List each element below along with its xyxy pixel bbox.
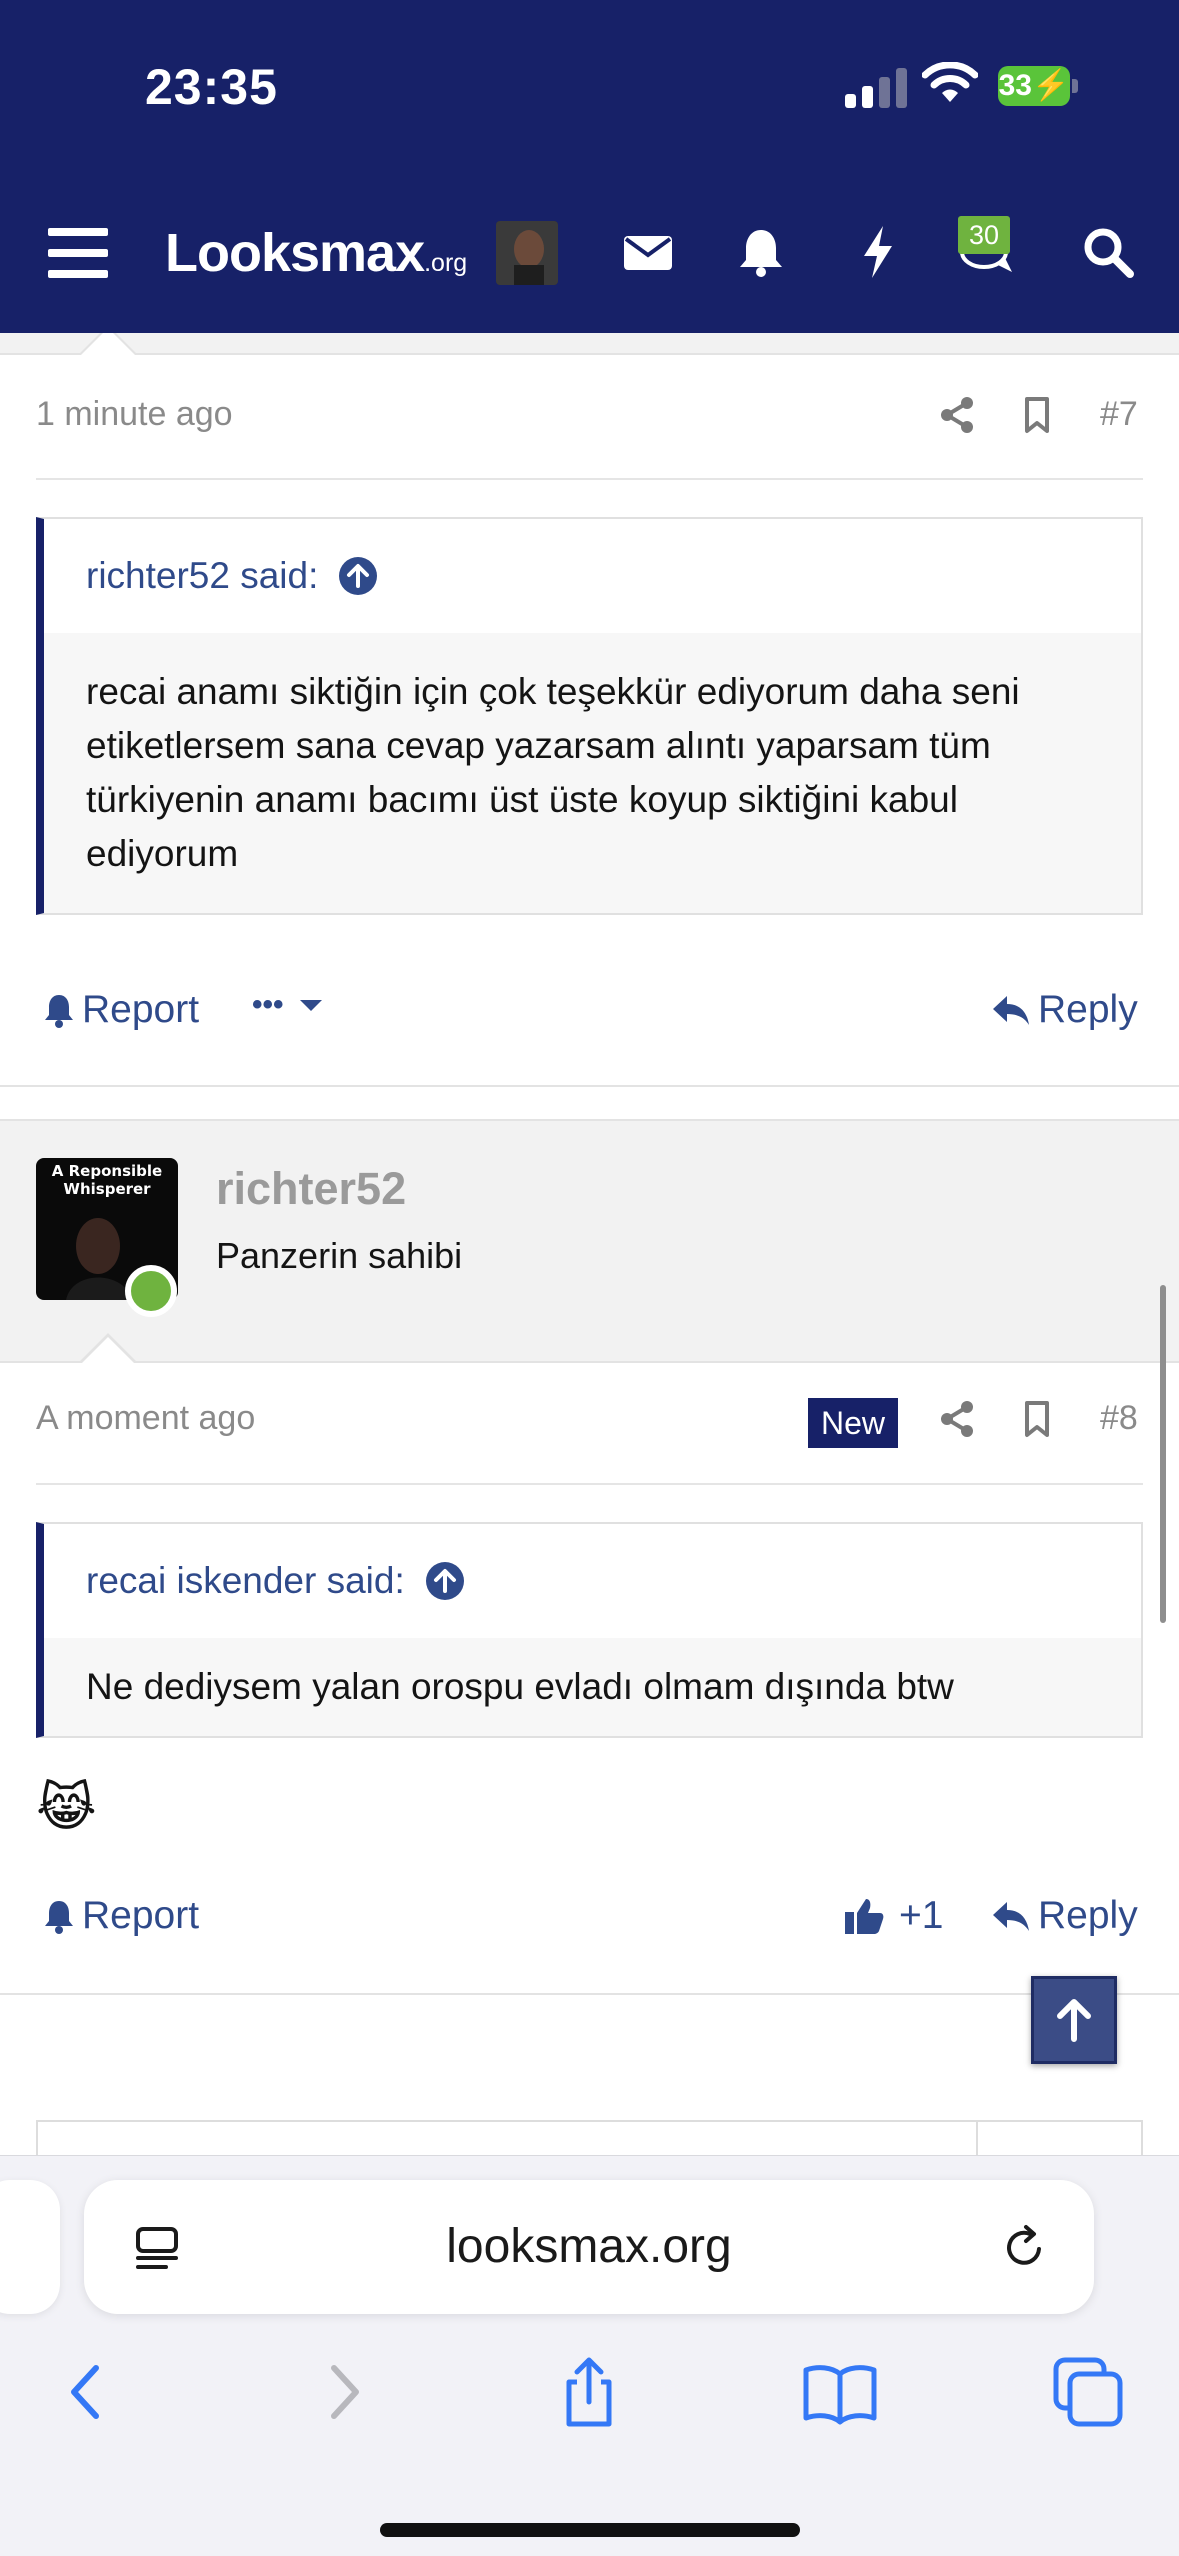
back-icon[interactable]: [48, 2352, 128, 2432]
post-number[interactable]: #8: [1100, 1399, 1138, 1438]
post-time[interactable]: A moment ago: [36, 1399, 255, 1438]
share-icon[interactable]: [549, 2352, 629, 2432]
jump-to-quote-icon[interactable]: [338, 556, 378, 596]
bell-icon: [45, 1901, 73, 1934]
address-bar[interactable]: looksmax.org: [84, 2180, 1094, 2314]
reaction-count: +1: [899, 1894, 944, 1937]
post-emoji: 😹: [36, 1778, 97, 1838]
logo-text: Looksmax: [165, 223, 425, 283]
post-number[interactable]: #7: [1100, 395, 1138, 434]
reload-icon[interactable]: [1000, 2223, 1050, 2273]
forward-icon[interactable]: [302, 2352, 382, 2432]
bolt-icon[interactable]: [848, 222, 908, 282]
username[interactable]: richter52: [216, 1163, 406, 1215]
search-icon[interactable]: [1078, 222, 1138, 282]
share-icon[interactable]: [935, 1397, 979, 1441]
report-label: Report: [82, 1894, 200, 1937]
bookmarks-icon[interactable]: [800, 2352, 880, 2432]
url-text[interactable]: looksmax.org: [84, 2180, 1094, 2314]
browser-toolbar: looksmax.org: [0, 2155, 1179, 2556]
divider: [36, 1483, 1143, 1485]
bell-icon[interactable]: [731, 222, 791, 282]
reply-icon: [993, 1902, 1029, 1931]
quote-block: richter52 said: recai anamı siktiğin içi…: [36, 517, 1143, 915]
arrow-up-icon: [1057, 1999, 1091, 2042]
online-status-indicator: [125, 1265, 177, 1317]
report-button[interactable]: Report: [42, 988, 199, 1032]
post-separator: [0, 1993, 1179, 1995]
divider: [36, 478, 1143, 480]
reply-label: Reply: [1038, 1894, 1138, 1937]
post-separator: [0, 1085, 1179, 1115]
site-logo[interactable]: Looksmax.org: [165, 222, 467, 284]
quote-header[interactable]: richter52 said:: [44, 519, 1141, 633]
pointer-arrow-fill: [80, 1337, 136, 1365]
scroll-to-top-button[interactable]: [1031, 1976, 1117, 2064]
user-title: Panzerin sahibi: [216, 1235, 463, 1276]
quote-author[interactable]: richter52 said:: [86, 555, 318, 597]
user-block-tail: [0, 333, 1179, 355]
post-time[interactable]: 1 minute ago: [36, 395, 233, 434]
quote-author[interactable]: recai iskender said:: [86, 1560, 405, 1602]
status-time: 23:35: [145, 59, 278, 115]
home-indicator: [380, 2523, 800, 2537]
report-label: Report: [82, 988, 200, 1031]
tabs-icon[interactable]: [1048, 2352, 1128, 2432]
logo-suffix: .org: [424, 249, 468, 277]
quote-text: recai anamı siktiğin için çok teşekkür e…: [86, 671, 1020, 874]
report-button[interactable]: Report: [42, 1894, 199, 1938]
reply-label: Reply: [1038, 988, 1138, 1031]
bookmark-icon[interactable]: [1015, 1397, 1059, 1441]
jump-to-quote-icon[interactable]: [425, 1561, 465, 1601]
scrollbar[interactable]: [1160, 1285, 1166, 1623]
battery-icon: 33⚡: [998, 66, 1078, 106]
pointer-arrow-fill: [80, 333, 136, 356]
more-label: •••: [252, 988, 284, 1021]
bookmark-icon[interactable]: [1015, 393, 1059, 437]
menu-icon[interactable]: [48, 228, 108, 278]
reply-button[interactable]: Reply: [990, 1894, 1138, 1938]
quote-text: Ne dediysem yalan orospu evladı olmam dı…: [86, 1666, 954, 1707]
new-badge: New: [808, 1398, 898, 1448]
more-options-button[interactable]: •••: [252, 988, 332, 1022]
reply-button[interactable]: Reply: [990, 988, 1138, 1032]
previous-tab-preview[interactable]: [0, 2180, 60, 2314]
bell-icon: [45, 995, 73, 1028]
reply-icon: [993, 996, 1029, 1025]
mail-icon[interactable]: [618, 222, 678, 282]
wifi-icon: [922, 62, 978, 102]
thumbs-up-icon: [845, 1899, 884, 1934]
quote-block: recai iskender said: Ne dediysem yalan o…: [36, 1522, 1143, 1738]
quote-header[interactable]: recai iskender said:: [44, 1524, 1141, 1638]
like-button[interactable]: +1: [843, 1894, 943, 1938]
battery-level: 33: [998, 69, 1032, 102]
cellular-signal-icon: [845, 68, 909, 108]
avatar[interactable]: [496, 221, 558, 285]
thread-content: 1 minute ago #7 richter52 said: recai an…: [0, 333, 1179, 2155]
caret-down-icon: [299, 1000, 322, 1011]
alerts-badge[interactable]: 30: [958, 216, 1010, 254]
share-icon[interactable]: [935, 393, 979, 437]
site-header: 23:35 33⚡ Looksmax.org 30: [0, 0, 1179, 333]
